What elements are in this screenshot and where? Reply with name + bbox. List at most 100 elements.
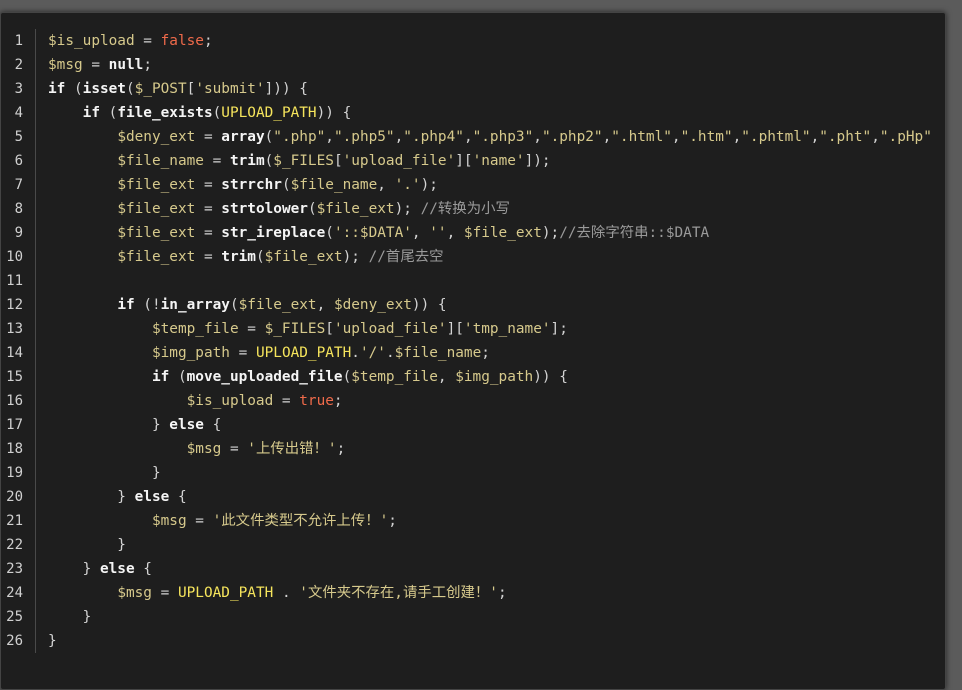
code-token: } — [48, 465, 161, 481]
code-token: '::$DATA' — [333, 225, 412, 241]
line-number: 21 — [6, 513, 23, 529]
code-token: , — [871, 129, 880, 145]
code-token: = — [151, 585, 178, 601]
code-token: $file_ext — [463, 225, 542, 241]
code-token: $_FILES — [264, 321, 326, 337]
line-number: 14 — [6, 345, 23, 361]
code-token: if — [117, 297, 135, 313]
code-token: ".php" — [273, 129, 326, 145]
code-token: ( — [307, 201, 317, 217]
code-token: ( — [325, 225, 334, 241]
code-token: move_uploaded_file — [186, 369, 343, 385]
code-token: ( — [255, 249, 265, 265]
code-token: , — [810, 129, 820, 145]
code-token: = — [82, 57, 109, 73]
code-token: $msg — [117, 585, 152, 601]
code-line: } else { — [48, 557, 945, 581]
code-token: ); — [342, 249, 369, 265]
code-token: '此文件类型不允许上传！' — [212, 513, 389, 529]
code-token: '' — [429, 225, 447, 241]
code-token: $file_name — [394, 345, 482, 361]
code-token: $msg — [48, 57, 83, 73]
line-number: 13 — [6, 321, 23, 337]
code-token: UPLOAD_PATH — [255, 345, 352, 361]
code-token: ( — [264, 153, 274, 169]
line-number: 1 — [14, 33, 23, 49]
code-line: } — [48, 605, 945, 629]
code-token: } — [48, 561, 100, 577]
line-number: 22 — [6, 537, 23, 553]
code-token: $file_ext — [117, 177, 196, 193]
code-token: false — [160, 33, 204, 49]
code-token: true — [299, 393, 334, 409]
code-token: ( — [281, 177, 291, 193]
code-token: , — [377, 177, 395, 193]
code-token: else — [169, 417, 204, 433]
line-number: 25 — [6, 609, 23, 625]
code-token: = — [221, 441, 248, 457]
code-token: , — [463, 129, 473, 145]
code-token: = — [195, 129, 222, 145]
code-token: (! — [134, 297, 161, 313]
code-token: strrchr — [221, 177, 282, 193]
code-token: ".php5" — [333, 129, 395, 145]
code-line: } — [48, 629, 945, 653]
code-token: //转换为小写 — [420, 201, 510, 217]
code-token: $file_ext — [316, 201, 395, 217]
code-token: '文件夹不存在,请手工创建！' — [299, 585, 498, 601]
code-token: ".php3" — [472, 129, 534, 145]
code-token: ); — [541, 225, 560, 241]
code-token: = — [195, 249, 222, 265]
code-token: ; — [336, 441, 346, 457]
code-line: } else { — [48, 413, 945, 437]
code-token: , — [671, 129, 681, 145]
code-token: . — [385, 345, 395, 361]
code-token: ".pht" — [819, 129, 872, 145]
code-token: in_array — [160, 297, 230, 313]
line-number: 8 — [14, 201, 23, 217]
code-line: if (move_uploaded_file($temp_file, $img_… — [48, 365, 945, 389]
code-token: $_POST — [134, 81, 187, 97]
line-number: 9 — [14, 225, 23, 241]
code-token: )) { — [411, 297, 447, 313]
code-token: //去除字符串::$DATA — [559, 225, 710, 241]
code-token: , — [732, 129, 742, 145]
line-number: 15 — [6, 369, 23, 385]
code-token: , — [325, 129, 334, 145]
code-token: } — [48, 633, 57, 649]
line-number-gutter: 1 2 3 4 5 6 7 8 9 10 11 12 13 14 15 16 17 18 19 20 21 22 23 24 2… — [1, 29, 36, 653]
code-token: ][ — [446, 321, 464, 337]
code-token: ( — [65, 81, 83, 97]
code-line: $file_ext = strtolower($file_ext); //转换为… — [48, 197, 945, 221]
code-token: $is_upload — [186, 393, 274, 409]
line-number: 3 — [14, 81, 23, 97]
code-token: ( — [212, 105, 222, 121]
code-line: $deny_ext = array(".php",".php5",".php4"… — [48, 125, 945, 149]
code-line: $msg = null; — [48, 53, 945, 77]
code-line: $msg = '此文件类型不允许上传！'; — [48, 509, 945, 533]
line-number: 18 — [6, 441, 23, 457]
code-token: ( — [264, 129, 274, 145]
code-token: = — [229, 345, 256, 361]
line-number: 11 — [6, 273, 23, 289]
code-token: ]; — [550, 321, 568, 337]
code-token: $file_name — [290, 177, 378, 193]
code-line: $file_ext = trim($file_ext); //首尾去空 — [48, 245, 945, 269]
line-number: 7 — [14, 177, 23, 193]
code-token: } — [48, 489, 135, 505]
code-token: $file_ext — [117, 201, 196, 217]
code-token: ; — [333, 393, 343, 409]
code-token: ][ — [455, 153, 473, 169]
code-token: '.' — [394, 177, 421, 193]
code-token: ".pHp" — [879, 129, 932, 145]
